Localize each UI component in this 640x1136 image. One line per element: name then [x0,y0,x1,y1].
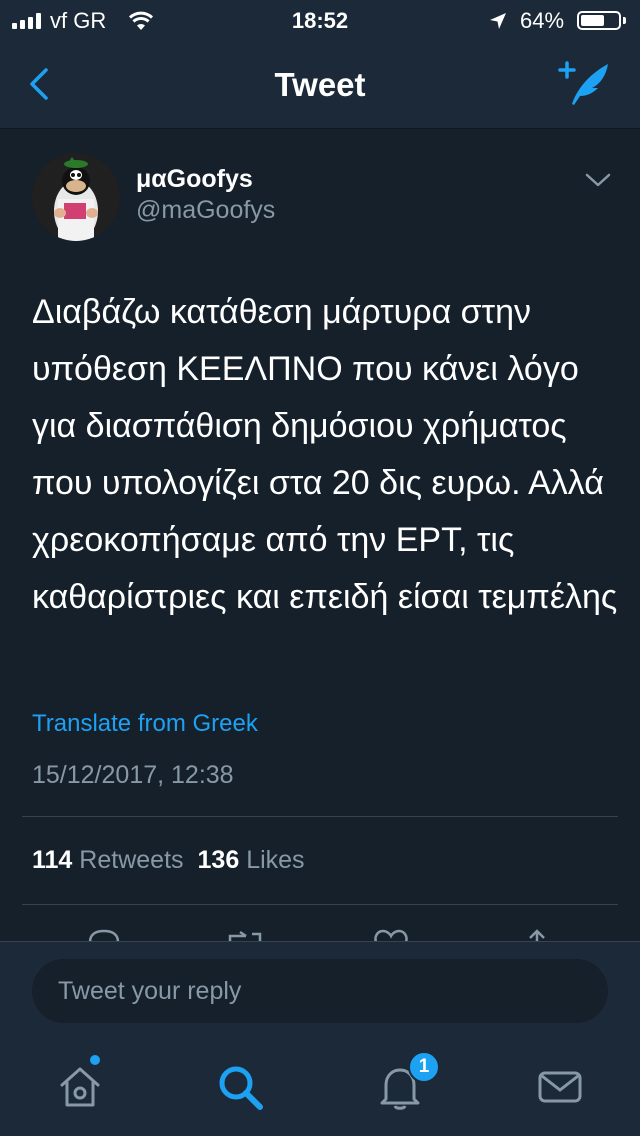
location-arrow-icon [490,13,506,29]
like-icon[interactable] [372,928,410,942]
author-handle[interactable]: @maGoofys [136,196,275,225]
reply-input[interactable] [32,959,608,1023]
battery-level [581,15,604,26]
page-title: Tweet [274,66,366,103]
likes-stat[interactable]: 136 Likes [198,846,305,874]
likes-label: Likes [246,846,305,874]
chevron-down-icon[interactable] [584,170,612,190]
messages-icon[interactable] [534,1061,586,1113]
goofy-avatar-image [32,153,120,241]
search-icon[interactable] [214,1061,266,1113]
retweet-icon[interactable] [224,928,264,942]
reply-icon[interactable] [86,928,122,942]
tweet-text: Διαβάζω κατάθεση μάρτυρα στην υπόθεση ΚΕ… [32,293,618,616]
compose-tweet-icon[interactable] [556,58,612,108]
avatar[interactable] [32,153,120,241]
retweets-count: 114 [32,846,73,874]
retweets-stat[interactable]: 114 Retweets [32,846,184,874]
notifications-badge: 1 [408,1051,440,1083]
navigation-bar: Tweet [0,40,640,129]
battery-icon [577,11,621,30]
reply-bar [0,941,640,1042]
likes-count: 136 [197,846,240,874]
author-display-name[interactable]: μαGoofys [136,165,253,194]
battery-tip [623,17,626,24]
retweets-label: Retweets [79,846,184,874]
engagement-stats: 114 Retweets 136 Likes [32,846,305,875]
translate-link[interactable]: Translate from Greek [32,710,258,738]
status-bar: vf GR 18:52 64% [0,0,640,40]
tweet-timestamp: 15/12/2017, 12:38 [32,761,234,789]
divider [22,816,618,817]
battery-percent: 64% [520,8,565,33]
home-icon[interactable] [54,1061,106,1113]
share-icon[interactable] [522,928,552,942]
home-new-content-dot [90,1055,100,1065]
divider [22,904,618,905]
